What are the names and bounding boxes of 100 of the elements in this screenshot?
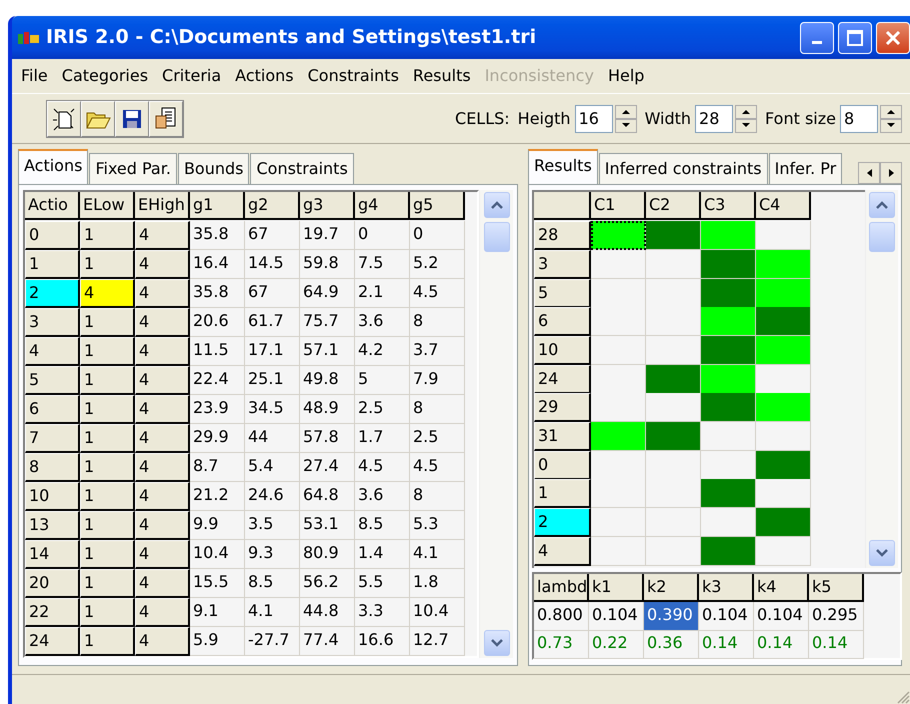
tab[interactable]: Fixed Par. bbox=[89, 153, 177, 184]
result-cell[interactable] bbox=[591, 250, 646, 279]
result-cell[interactable] bbox=[701, 221, 756, 250]
scroll-thumb[interactable] bbox=[868, 222, 895, 252]
result-cell[interactable] bbox=[701, 450, 756, 480]
result-cell[interactable] bbox=[756, 278, 811, 308]
tab[interactable]: Bounds bbox=[178, 153, 250, 184]
menu-item[interactable]: Criteria bbox=[155, 62, 228, 90]
result-cell[interactable] bbox=[646, 307, 701, 336]
scrollbar[interactable] bbox=[479, 190, 513, 658]
result-cell[interactable] bbox=[701, 336, 756, 365]
result-cell[interactable] bbox=[646, 422, 701, 451]
spin-up-button[interactable] bbox=[880, 104, 902, 119]
menu-item[interactable]: Categories bbox=[54, 62, 156, 90]
scroll-down-button[interactable] bbox=[484, 630, 510, 656]
result-cell[interactable] bbox=[646, 479, 701, 508]
scroll-right-button[interactable] bbox=[880, 162, 902, 184]
table-cell[interactable]: 0.295 bbox=[809, 602, 864, 632]
result-cell[interactable] bbox=[591, 536, 646, 566]
scroll-up-button[interactable] bbox=[868, 192, 895, 218]
result-cell[interactable] bbox=[646, 508, 701, 538]
size-grip-icon[interactable] bbox=[896, 690, 910, 704]
result-cell[interactable] bbox=[701, 250, 756, 279]
tab[interactable]: Constraints bbox=[250, 153, 354, 184]
result-cell[interactable] bbox=[591, 393, 646, 422]
result-cell[interactable] bbox=[701, 278, 756, 308]
table-cell[interactable]: 0.390 bbox=[644, 602, 699, 632]
result-cell[interactable] bbox=[646, 221, 701, 250]
result-cell[interactable] bbox=[701, 393, 756, 422]
result-cell[interactable] bbox=[756, 508, 811, 538]
result-cell[interactable] bbox=[646, 393, 701, 422]
result-cell[interactable] bbox=[756, 479, 811, 508]
table-cell: 25.1 bbox=[245, 366, 300, 396]
table-cell: 77.4 bbox=[300, 627, 355, 656]
table-cell[interactable]: 0.104 bbox=[699, 602, 754, 632]
scrollbar[interactable] bbox=[864, 190, 898, 568]
scroll-up-button[interactable] bbox=[484, 192, 510, 218]
row-header: 20 bbox=[25, 569, 80, 598]
result-cell[interactable] bbox=[591, 422, 646, 451]
result-cell[interactable] bbox=[646, 250, 701, 279]
window-title: IRIS 2.0 - C:\Documents and Settings\test1.tri bbox=[46, 25, 536, 50]
table-cell: 49.8 bbox=[300, 366, 355, 396]
result-cell[interactable] bbox=[701, 307, 756, 336]
document-report-icon[interactable] bbox=[149, 100, 183, 137]
tab[interactable]: Actions bbox=[18, 149, 88, 184]
result-cell[interactable] bbox=[756, 422, 811, 451]
spin-down-button[interactable] bbox=[614, 118, 637, 133]
table-cell: 4 bbox=[135, 453, 190, 482]
result-cell[interactable] bbox=[756, 536, 811, 566]
spin-up-button[interactable] bbox=[614, 104, 637, 119]
result-cell[interactable] bbox=[701, 479, 756, 508]
menu-item[interactable]: Actions bbox=[228, 62, 301, 90]
menu-item[interactable]: File bbox=[14, 62, 55, 90]
result-cell[interactable] bbox=[701, 536, 756, 566]
result-cell[interactable] bbox=[591, 221, 646, 250]
table-cell: 75.7 bbox=[300, 308, 355, 338]
menu-item[interactable]: Constraints bbox=[300, 62, 406, 90]
spin-field[interactable]: 16 bbox=[574, 104, 613, 133]
menu-item[interactable]: Help bbox=[600, 62, 652, 90]
result-cell[interactable] bbox=[756, 307, 811, 336]
table-cell[interactable]: 0.800 bbox=[534, 602, 589, 632]
result-cell[interactable] bbox=[646, 364, 701, 394]
table-cell: 24.6 bbox=[245, 482, 300, 512]
result-cell[interactable] bbox=[591, 336, 646, 365]
scroll-thumb[interactable] bbox=[484, 222, 510, 252]
table-cell: 19.7 bbox=[300, 221, 355, 250]
tab[interactable]: Results bbox=[528, 149, 598, 184]
result-cell[interactable] bbox=[591, 307, 646, 336]
spin-down-button[interactable] bbox=[735, 118, 758, 133]
result-cell[interactable] bbox=[591, 508, 646, 538]
result-cell[interactable] bbox=[701, 422, 756, 451]
result-cell[interactable] bbox=[756, 250, 811, 279]
tab[interactable]: Inferred constraints bbox=[598, 153, 768, 184]
result-cell[interactable] bbox=[646, 336, 701, 365]
table-cell: 21.2 bbox=[190, 482, 245, 512]
scroll-left-button[interactable] bbox=[858, 162, 880, 184]
open-folder-icon[interactable] bbox=[81, 100, 115, 137]
scroll-down-button[interactable] bbox=[868, 540, 895, 566]
tab[interactable]: Infer. Pr bbox=[768, 153, 842, 184]
maximize-button[interactable] bbox=[838, 22, 872, 54]
spin-down-button[interactable] bbox=[880, 118, 902, 133]
table-cell[interactable]: 0.104 bbox=[754, 602, 809, 632]
result-cell[interactable] bbox=[756, 336, 811, 365]
spin-field[interactable]: 8 bbox=[840, 104, 878, 133]
new-file-icon[interactable] bbox=[47, 100, 81, 137]
result-cell[interactable] bbox=[756, 393, 811, 422]
spin-field[interactable]: 28 bbox=[695, 104, 734, 133]
close-button[interactable] bbox=[876, 22, 910, 54]
result-cell[interactable] bbox=[701, 364, 756, 394]
result-cell[interactable] bbox=[591, 479, 646, 508]
table-cell: 8 bbox=[410, 308, 465, 338]
minimize-button[interactable] bbox=[800, 22, 834, 54]
result-cell[interactable] bbox=[701, 508, 756, 538]
spin-up-button[interactable] bbox=[735, 104, 758, 119]
save-icon[interactable] bbox=[115, 100, 149, 137]
result-cell[interactable] bbox=[646, 536, 701, 566]
result-cell[interactable] bbox=[756, 221, 811, 250]
result-cell[interactable] bbox=[756, 450, 811, 480]
table-cell: 48.9 bbox=[300, 395, 355, 424]
menu-item[interactable]: Results bbox=[406, 62, 478, 90]
